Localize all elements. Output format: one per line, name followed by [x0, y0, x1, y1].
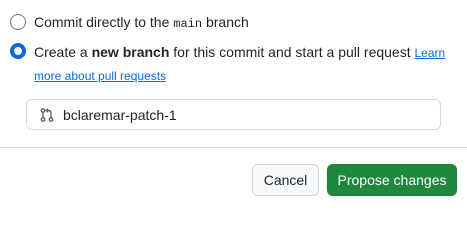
cancel-button[interactable]: Cancel: [252, 164, 319, 196]
new-branch-radio[interactable]: [10, 43, 26, 59]
new-branch-bold: new branch: [91, 44, 170, 60]
new-branch-option[interactable]: Create a new branch for this commit and …: [10, 41, 454, 87]
branch-name-field[interactable]: [26, 99, 441, 130]
commit-directly-label[interactable]: Commit directly to the main branch: [34, 12, 249, 35]
propose-changes-button[interactable]: Propose changes: [327, 164, 457, 196]
commit-directly-prefix: Commit directly to the: [34, 14, 174, 30]
main-branch-code: main: [173, 17, 203, 31]
commit-directly-suffix: branch: [202, 14, 249, 30]
new-branch-label[interactable]: Create a new branch for this commit and …: [34, 41, 454, 87]
new-branch-prefix: Create a: [34, 44, 92, 60]
divider: [0, 147, 467, 148]
git-pull-request-icon: [40, 107, 54, 122]
commit-directly-option[interactable]: Commit directly to the main branch: [10, 12, 249, 35]
branch-name-input[interactable]: [63, 106, 403, 123]
new-branch-suffix: for this commit and start a pull request: [169, 44, 415, 60]
commit-directly-radio[interactable]: [10, 14, 26, 30]
